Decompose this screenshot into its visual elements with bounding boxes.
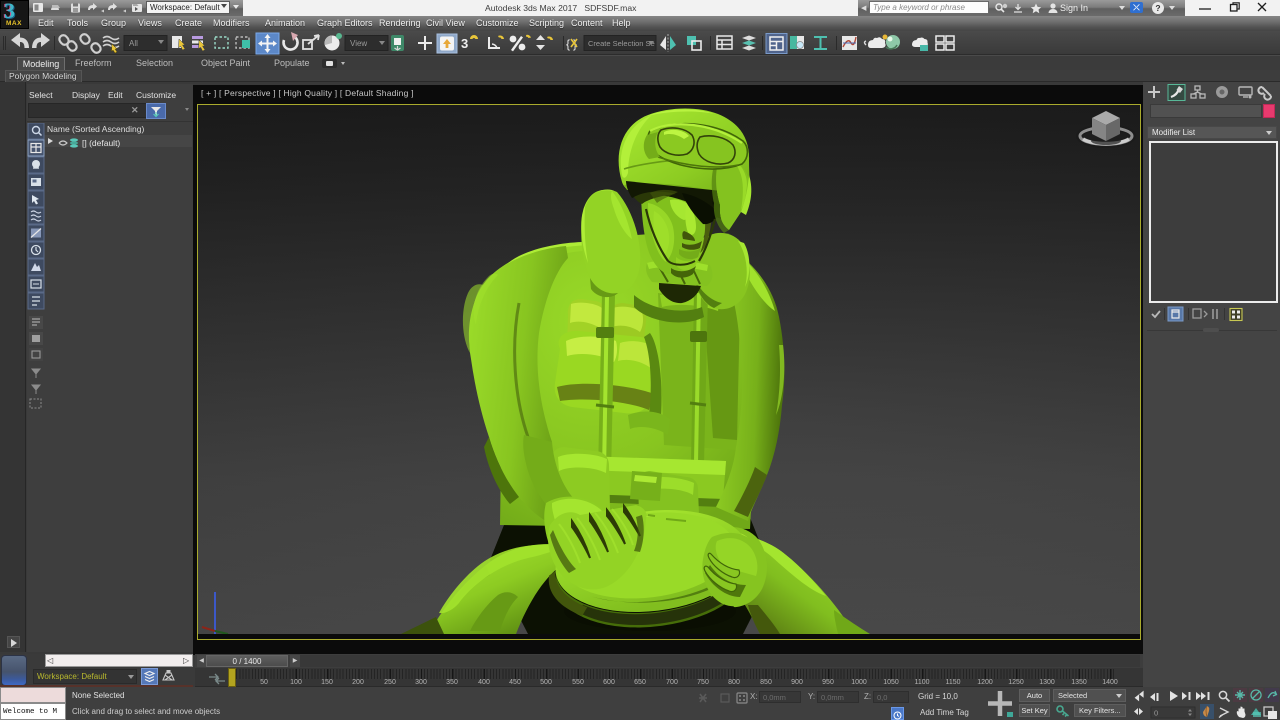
svg-text:Create Selection Se: Create Selection Se xyxy=(588,39,655,48)
svg-text:3: 3 xyxy=(461,36,468,51)
svg-text:All: All xyxy=(129,39,138,48)
svg-text:0: 0 xyxy=(1154,709,1158,718)
svg-text:View: View xyxy=(350,39,367,48)
svg-text:{: { xyxy=(566,37,570,51)
